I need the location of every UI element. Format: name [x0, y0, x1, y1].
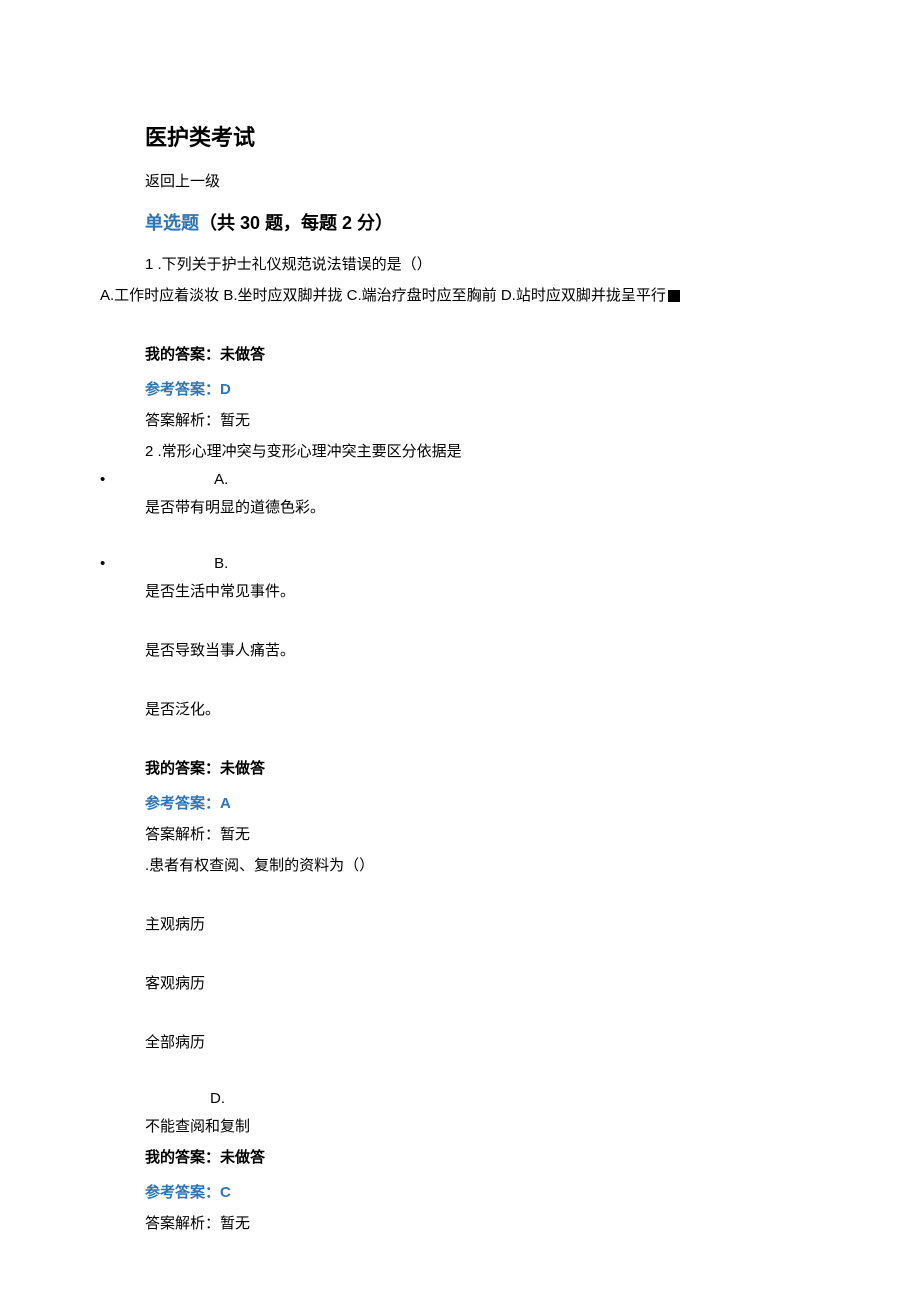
q1-ref-value: D [220, 381, 231, 398]
q1-reference-answer: 参考答案：D [145, 378, 820, 399]
q2-option-a-row[interactable]: • A. [100, 471, 820, 488]
q1-explanation: 答案解析：暂无 [145, 409, 820, 430]
q2-option-b-text: 是否生活中常见事件。 [145, 580, 820, 601]
q1-options-line: A.工作时应着淡妆 B.坐时应双脚并拢 C.端治疗盘时应至胸前 D.站时应双脚并… [100, 284, 820, 305]
q3-stem: .患者有权查阅、复制的资料为（） [145, 854, 820, 875]
q3-option-b-text[interactable]: 客观病历 [145, 972, 820, 993]
q2-option-b-label: B. [214, 555, 228, 572]
q3-explanation: 答案解析：暂无 [145, 1212, 820, 1233]
bullet-icon: • [100, 471, 118, 488]
q2-option-a-text: 是否带有明显的道德色彩。 [145, 496, 820, 517]
q2-option-a-label: A. [214, 471, 228, 488]
q1-ref-label: 参考答案： [145, 381, 220, 398]
q2-stem: .常形心理冲突与变形心理冲突主要区分依据是 [158, 443, 462, 460]
q3-option-a-text[interactable]: 主观病历 [145, 913, 820, 934]
section-count: （共 30 题，每题 2 分） [199, 213, 393, 233]
exam-page: 医护类考试 返回上一级 单选题（共 30 题，每题 2 分） 1 .下列关于护士… [0, 0, 920, 1303]
q2-explanation: 答案解析：暂无 [145, 823, 820, 844]
q3-reference-answer: 参考答案：C [145, 1181, 820, 1202]
section-label: 单选题 [145, 213, 199, 233]
q2-option-b-row[interactable]: • B. [100, 555, 820, 572]
q2-ref-label: 参考答案： [145, 795, 220, 812]
q2-reference-answer: 参考答案：A [145, 792, 820, 813]
q2-ref-value: A [220, 795, 231, 812]
q2-number: 2 [145, 443, 153, 460]
q2-stem-line: 2 .常形心理冲突与变形心理冲突主要区分依据是 [145, 440, 820, 461]
q3-option-d-text[interactable]: 不能查阅和复制 [145, 1115, 820, 1136]
section-header: 单选题（共 30 题，每题 2 分） [145, 209, 820, 235]
q3-option-c-text[interactable]: 全部病历 [145, 1031, 820, 1052]
q1-number: 1 [145, 256, 153, 273]
q3-my-answer: 我的答案：未做答 [145, 1146, 820, 1167]
q3-ref-label: 参考答案： [145, 1184, 220, 1201]
q3-ref-value: C [220, 1184, 231, 1201]
page-title: 医护类考试 [145, 120, 820, 152]
q2-my-answer: 我的答案：未做答 [145, 757, 820, 778]
q1-stem: .下列关于护士礼仪规范说法错误的是（） [158, 256, 432, 273]
q2-option-d-text[interactable]: 是否泛化。 [145, 698, 820, 719]
back-link[interactable]: 返回上一级 [145, 170, 820, 191]
bullet-icon: • [100, 555, 118, 572]
q1-stem-line: 1 .下列关于护士礼仪规范说法错误的是（） [145, 253, 820, 274]
q2-option-c-text[interactable]: 是否导致当事人痛苦。 [145, 639, 820, 660]
q3-option-d-label: D. [210, 1090, 820, 1107]
q1-options-text[interactable]: A.工作时应着淡妆 B.坐时应双脚并拢 C.端治疗盘时应至胸前 D.站时应双脚并… [100, 287, 666, 304]
black-square-icon [668, 290, 680, 302]
q1-my-answer: 我的答案：未做答 [145, 343, 820, 364]
